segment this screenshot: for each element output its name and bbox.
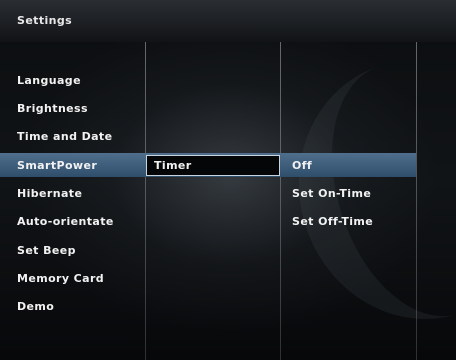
page-title: Settings xyxy=(17,14,73,27)
menu-item-label: Brightness xyxy=(17,102,88,115)
menu-item-set-beep[interactable]: Set Beep xyxy=(0,238,456,262)
menu-item-label: Memory Card xyxy=(17,272,105,285)
menu-item-memory-card[interactable]: Memory Card xyxy=(0,266,456,290)
menu-item-label: Language xyxy=(17,74,81,87)
submenu-item-label: Timer xyxy=(154,159,192,172)
menu-item-demo[interactable]: Demo xyxy=(0,294,456,318)
menu-item-brightness[interactable]: Brightness xyxy=(0,96,456,120)
option-set-off-time[interactable]: Set Off-Time xyxy=(292,215,373,228)
menu-item-hibernate[interactable]: Hibernate xyxy=(0,181,456,205)
title-bar: Settings xyxy=(0,0,456,42)
menu-item-label: Demo xyxy=(17,300,55,313)
settings-screen: Settings Language Brightness Time and Da… xyxy=(0,0,456,360)
menu-item-label: Time and Date xyxy=(17,130,113,143)
menu-item-label: Set Beep xyxy=(17,244,76,257)
menu-item-label: SmartPower xyxy=(17,159,98,172)
option-off[interactable]: Off xyxy=(292,159,312,172)
menu-item-auto-orientate[interactable]: Auto-orientate xyxy=(0,209,456,233)
submenu-item-timer[interactable]: Timer xyxy=(146,155,280,176)
option-set-on-time[interactable]: Set On-Time xyxy=(292,187,371,200)
menu-item-language[interactable]: Language xyxy=(0,68,456,92)
menu-item-time-and-date[interactable]: Time and Date xyxy=(0,124,456,148)
menu-item-label: Auto-orientate xyxy=(17,215,114,228)
menu-item-label: Hibernate xyxy=(17,187,83,200)
